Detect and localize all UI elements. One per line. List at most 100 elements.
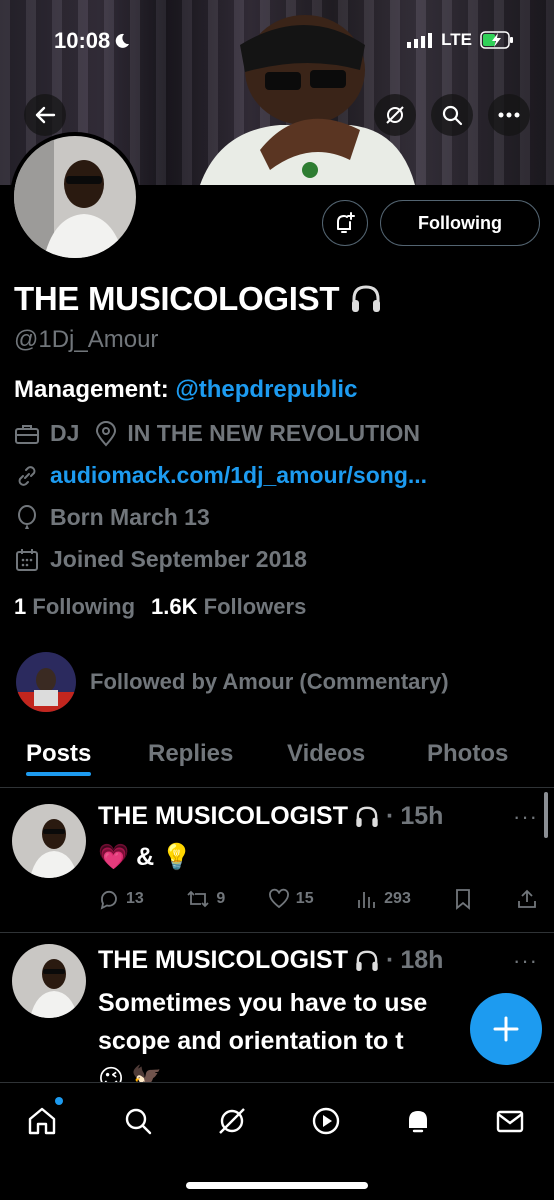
profile-handle: @1Dj_Amour — [14, 326, 159, 353]
profile-bio: Management: @thepdrepublic — [14, 376, 357, 404]
post-divider — [0, 932, 554, 933]
tab-posts[interactable]: Posts — [26, 730, 92, 776]
bio-mention-link[interactable]: @thepdrepublic — [175, 376, 357, 403]
more-options-button[interactable] — [488, 94, 530, 136]
profile-meta-website: audiomack.com/1dj_amour/song... — [14, 462, 427, 489]
compose-button[interactable] — [470, 993, 542, 1065]
post-author-name[interactable]: THE MUSICOLOGIST — [98, 802, 348, 831]
post-actions: 13 9 15 293 — [98, 888, 538, 910]
grok-nav-icon — [219, 1108, 245, 1134]
nav-home[interactable] — [22, 1101, 62, 1141]
share-button[interactable] — [516, 888, 538, 910]
profile-location: IN THE NEW REVOLUTION — [127, 420, 421, 446]
profile-stats: 1 Following 1.6K Followers — [14, 594, 306, 620]
post-text: 💗 & 💡 — [98, 843, 193, 871]
status-bar: 10:08 LTE — [0, 28, 554, 58]
post-time: 18h — [400, 946, 444, 974]
signal-icon — [407, 33, 433, 48]
status-indicators: LTE — [407, 30, 514, 50]
home-notification-dot — [55, 1097, 63, 1105]
post-item[interactable]: THE MUSICOLOGIST · 18h ··· Sometimes you… — [0, 934, 554, 1082]
reply-button[interactable]: 13 — [98, 888, 144, 910]
views-icon — [358, 892, 376, 908]
followers-count: 1.6K — [151, 594, 198, 619]
following-label: Following — [32, 594, 136, 619]
heart-icon — [268, 888, 289, 909]
profile-meta-born: Born March 13 — [14, 504, 210, 531]
grok-button[interactable] — [374, 94, 416, 136]
headphones-icon — [356, 806, 378, 827]
profile-joined: Joined September 2018 — [50, 546, 307, 572]
tab-videos[interactable]: Videos — [287, 730, 365, 768]
followed-by-avatar — [16, 652, 76, 712]
battery-charging-icon — [480, 31, 513, 49]
followers-label: Followers — [203, 594, 307, 619]
post-time-separator: · — [386, 946, 395, 974]
share-icon — [518, 889, 536, 908]
link-icon — [18, 465, 36, 486]
post-more-button[interactable]: ··· — [513, 804, 538, 830]
calendar-icon — [16, 548, 38, 571]
notify-subscribe-button[interactable] — [322, 200, 368, 246]
followed-by-row[interactable]: Followed by Amour (Commentary) — [16, 652, 449, 712]
post-text-line: scope and orientation to t — [98, 1027, 404, 1055]
repost-icon — [187, 890, 209, 908]
moon-icon — [116, 33, 130, 48]
messages-icon — [496, 1110, 524, 1133]
bookmark-icon — [456, 889, 471, 910]
reply-icon — [100, 890, 117, 910]
following-stat[interactable]: 1 Following — [14, 594, 135, 620]
more-icon — [498, 112, 520, 118]
views-count: 293 — [384, 890, 411, 907]
status-time: 10:08 — [54, 28, 130, 54]
balloon-icon — [18, 504, 36, 529]
following-button[interactable]: Following — [380, 200, 540, 246]
tab-replies[interactable]: Replies — [148, 730, 233, 768]
followers-stat[interactable]: 1.6K Followers — [151, 594, 306, 620]
reply-count: 13 — [126, 890, 144, 907]
headphones-icon — [356, 950, 378, 971]
repost-button[interactable]: 9 — [186, 888, 225, 910]
bell-plus-icon — [337, 212, 355, 233]
explore-icon — [125, 1108, 152, 1135]
nav-grok[interactable] — [212, 1101, 252, 1141]
search-icon — [442, 105, 463, 126]
post-more-button[interactable]: ··· — [513, 948, 538, 974]
compose-plus-icon — [493, 1016, 519, 1042]
post-header: THE MUSICOLOGIST · 15h — [98, 802, 443, 831]
search-button[interactable] — [431, 94, 473, 136]
post-author-avatar[interactable] — [12, 804, 86, 878]
profile-website-link[interactable]: audiomack.com/1dj_amour/song... — [50, 462, 427, 489]
post-item[interactable]: THE MUSICOLOGIST · 15h ··· 💗 & 💡 13 9 15… — [0, 790, 554, 930]
profile-category: DJ — [50, 420, 80, 446]
post-text: Sometimes you have to use scope and orie… — [98, 984, 427, 1082]
bio-label: Management: — [14, 376, 169, 403]
post-text-line: 😉 🦅 — [98, 1065, 163, 1082]
post-author-avatar[interactable] — [12, 944, 86, 1018]
post-text-line: Sometimes you have to use — [98, 989, 428, 1017]
like-count: 15 — [295, 890, 314, 907]
home-indicator[interactable] — [186, 1182, 368, 1189]
views-button[interactable]: 293 — [356, 888, 411, 910]
bookmark-button[interactable] — [453, 888, 473, 910]
profile-meta-joined: Joined September 2018 — [14, 546, 307, 573]
avatar-image — [14, 136, 136, 258]
profile-name-text: THE MUSICOLOGIST — [14, 280, 340, 317]
back-button[interactable] — [24, 94, 66, 136]
post-author-name[interactable]: THE MUSICOLOGIST — [98, 946, 348, 975]
video-icon — [312, 1107, 340, 1135]
nav-messages[interactable] — [490, 1101, 530, 1141]
tab-photos[interactable]: Photos — [427, 730, 508, 768]
followed-by-text: Followed by Amour (Commentary) — [90, 669, 449, 694]
nav-video[interactable] — [306, 1101, 346, 1141]
headphones-icon — [352, 285, 381, 312]
profile-name: THE MUSICOLOGIST — [14, 280, 383, 318]
like-button[interactable]: 15 — [268, 888, 314, 910]
post-header: THE MUSICOLOGIST · 18h — [98, 946, 443, 975]
grok-icon — [386, 106, 404, 124]
nav-explore[interactable] — [118, 1101, 158, 1141]
back-arrow-icon — [35, 106, 56, 124]
profile-avatar[interactable] — [10, 132, 140, 262]
post-time: 15h — [400, 802, 444, 830]
nav-notifications[interactable] — [398, 1101, 438, 1141]
